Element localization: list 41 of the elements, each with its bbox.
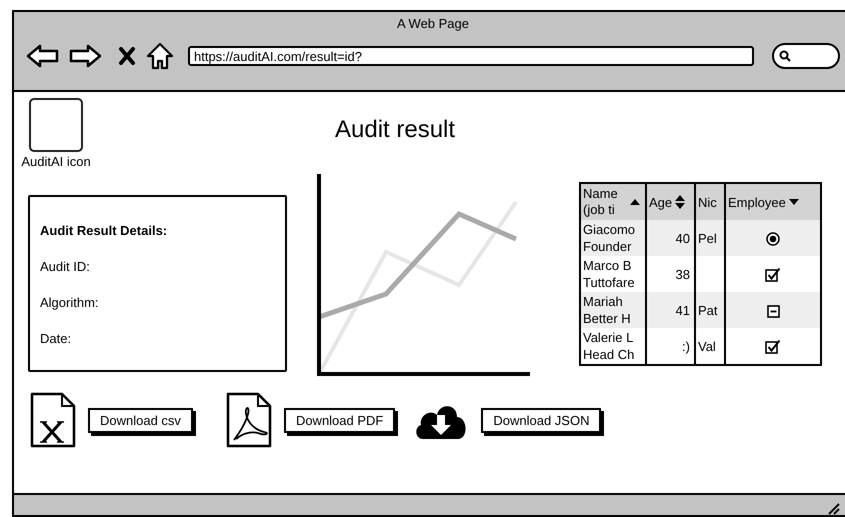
radio-button[interactable] — [766, 232, 780, 246]
home-icon[interactable] — [146, 42, 174, 70]
age-text: :) — [682, 338, 690, 354]
checkbox[interactable] — [766, 304, 780, 318]
age-text: 40 — [676, 230, 690, 246]
sort-icon[interactable] — [675, 195, 686, 209]
name-text: Mariah — [583, 293, 624, 310]
field-label: Audit ID: — [40, 259, 90, 274]
age-text: 41 — [676, 302, 690, 318]
spreadsheet-file-icon[interactable] — [30, 392, 76, 448]
pdf-file-icon[interactable] — [226, 392, 272, 448]
name-text: Giacomo — [583, 221, 636, 238]
field-label: Algorithm: — [40, 295, 99, 310]
page-title: Audit result — [335, 116, 456, 145]
name-text: Valerie L — [583, 329, 634, 346]
search-field[interactable] — [772, 43, 840, 69]
nickname-text: Pat — [698, 302, 718, 318]
forward-arrow-icon[interactable] — [68, 43, 102, 69]
resize-grip-icon[interactable] — [826, 501, 840, 515]
column-header[interactable]: Age — [649, 194, 672, 210]
field-label: Date: — [40, 331, 72, 346]
checkbox[interactable] — [765, 339, 781, 354]
checkbox[interactable] — [765, 267, 781, 282]
back-arrow-icon[interactable] — [26, 43, 60, 69]
age-text: 38 — [676, 266, 690, 282]
url-field[interactable]: https://auditAI.com/result=id? — [188, 46, 754, 66]
nickname-text: Pel — [698, 230, 717, 246]
job-title-text: Tuttofare — [583, 274, 636, 291]
window-title: A Web Page — [396, 16, 470, 32]
job-title-text: Founder — [583, 238, 632, 255]
image-placeholder — [29, 98, 83, 152]
sort-down-icon[interactable] — [788, 198, 799, 206]
nickname-text: Val — [698, 338, 716, 354]
job-title-text: Better H — [583, 310, 632, 327]
sort-up-icon[interactable] — [630, 198, 640, 206]
name-text: Marco B — [583, 257, 632, 274]
close-icon[interactable] — [118, 46, 136, 66]
details-heading: Audit Result Details: — [40, 223, 168, 238]
job-title-text: Head Ch — [583, 346, 636, 363]
logo-label: AuditAI icon — [21, 154, 91, 169]
search-icon — [779, 50, 791, 62]
